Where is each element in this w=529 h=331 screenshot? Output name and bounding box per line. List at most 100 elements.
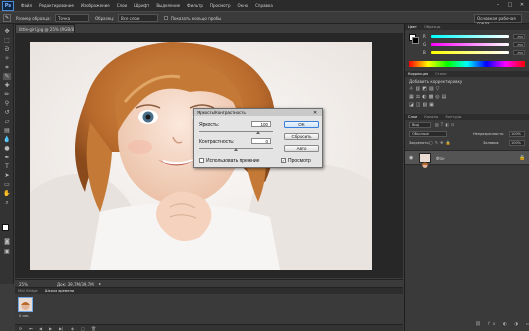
dialog-close-icon[interactable]: ✕ [313,110,317,116]
opacity-value[interactable]: 100% [509,131,525,137]
minimize-icon[interactable]: – [493,2,503,8]
maximize-icon[interactable]: □ [505,2,515,8]
auto-button[interactable]: Авто [284,145,319,152]
blur-tool-icon[interactable]: 💧 [3,136,11,143]
loop-icon[interactable]: ⟳ [19,326,22,331]
layer-name[interactable]: Фон [436,156,445,161]
menu-edit[interactable]: Редактирование [39,3,74,8]
layer-filter-icons[interactable]: ▨T◧⊡ [435,122,456,127]
crop-tool-icon[interactable]: ⌗ [3,64,11,71]
next-frame-icon[interactable]: ▶| [59,326,63,331]
slider-r[interactable] [431,35,509,38]
contrast-input[interactable]: 0 [251,138,271,144]
brush-tool-icon[interactable]: ✏ [3,91,11,98]
brightness-slider-track[interactable] [199,131,273,132]
blend-mode-select[interactable]: Обычные [409,131,447,137]
delete-frame-icon[interactable]: 🗑 [91,326,96,331]
eyedropper-tool-icon[interactable]: ✎ [3,73,11,80]
foreground-color-swatch[interactable] [2,224,9,231]
contrast-label: Контрастность: [199,139,235,145]
menu-help[interactable]: Справка [255,3,273,8]
dialog-title[interactable]: Яркость/Контрастность [194,109,322,116]
eyedropper-tool-preset-icon[interactable]: ✎ [3,14,11,22]
fill-value[interactable]: 100% [509,140,525,146]
prev-frame-icon[interactable]: ◀ [39,326,42,331]
healing-brush-tool-icon[interactable]: ✚ [3,82,11,89]
marquee-tool-icon[interactable]: ⬚ [3,37,11,44]
sample-size-select[interactable]: Точка [55,14,89,22]
clone-stamp-tool-icon[interactable]: ⚲ [3,100,11,107]
menu-type[interactable]: Шрифт [134,3,149,8]
dodge-tool-icon[interactable]: ● [3,145,11,152]
use-legacy-checkbox[interactable] [199,158,204,163]
screen-mode-icon[interactable]: ▣ [3,248,11,255]
tab-paths[interactable]: Контуры [445,114,461,120]
tab-layers[interactable]: Слои [408,114,417,120]
menu-image[interactable]: Изображение [81,3,110,8]
layers-footer-icons[interactable]: ⛓ fx ◐ ◑ ▭ ▢ 🗑 [475,322,529,327]
adjustment-icons-row2[interactable]: ▦⚖◐▩◎▤ [409,94,448,100]
new-frame-icon[interactable]: ▢ [81,326,85,331]
slider-g-value[interactable]: 255 [513,42,525,47]
path-select-tool-icon[interactable]: ➤ [3,172,11,179]
layer-row-background[interactable]: ◉ Фон 🔒 [405,150,529,168]
tab-adjustments[interactable]: Коррекция [408,71,428,77]
tween-icon[interactable]: ◈ [71,326,74,331]
tab-mini-bridge[interactable]: Mini Bridge [18,288,38,294]
menu-filter[interactable]: Фильтр [187,3,203,8]
zoom-tool-icon[interactable]: ⌕ [3,199,11,206]
history-brush-tool-icon[interactable]: ↺ [3,109,11,116]
workspace-select[interactable]: Основная рабочая среда [474,13,522,26]
lasso-tool-icon[interactable]: ᘐ [3,46,11,53]
zoom-readout[interactable]: 25% [19,282,28,287]
shape-tool-icon[interactable]: ▭ [3,181,11,188]
tab-styles[interactable]: Стили [435,71,446,77]
sample-select[interactable]: Все слои [118,14,158,22]
type-tool-icon[interactable]: T [3,163,11,170]
tab-swatches[interactable]: Образцы [424,24,440,30]
layer-visibility-eye-icon[interactable]: ◉ [409,155,413,161]
document-tab[interactable]: little-girl.jpg @ 25% (RGB/8#) * [15,24,75,33]
ok-button[interactable]: OK [284,121,319,128]
adjustment-icons-row1[interactable]: ☼▥◩▨▽ [409,86,442,92]
frame-thumbnail[interactable] [18,297,33,312]
frame-duration[interactable]: 0 сек. [19,314,30,318]
move-tool-icon[interactable]: ✥ [3,28,11,35]
play-icon[interactable]: ▶ [49,326,52,331]
menu-select[interactable]: Выделение [156,3,180,8]
tab-color[interactable]: Цвет [408,24,417,30]
status-arrow-icon[interactable]: ▸ [99,281,101,286]
gradient-tool-icon[interactable]: ▤ [3,127,11,134]
slider-r-value[interactable]: 255 [513,34,525,39]
menu-file[interactable]: Файл [21,3,32,8]
menu-layers[interactable]: Слои [117,3,127,8]
close-icon[interactable]: ✕ [517,2,527,8]
reset-button[interactable]: Сбросить [284,133,319,140]
sample-label: Образец: [95,15,115,21]
quick-mask-icon[interactable]: ◙ [3,238,11,245]
menu-view[interactable]: Просмотр [210,3,231,8]
layer-kind-filter[interactable]: Вид [409,122,431,128]
quick-select-tool-icon[interactable]: ✧ [3,55,11,62]
hand-tool-icon[interactable]: ✋ [3,190,11,197]
slider-b-label: B [423,50,426,55]
first-frame-icon[interactable]: ⏮ [29,326,33,331]
slider-b-value[interactable]: 255 [513,50,525,55]
tab-timeline[interactable]: Шкала времени [45,288,74,294]
eraser-tool-icon[interactable]: ▱ [3,118,11,125]
preview-checkbox[interactable]: ✓ [281,158,286,163]
tab-channels[interactable]: Каналы [424,114,438,120]
pen-tool-icon[interactable]: ✒ [3,154,11,161]
slider-b[interactable] [431,51,509,54]
layer-thumbnail[interactable] [419,153,431,168]
brightness-input[interactable]: 100 [251,121,271,127]
lock-icons[interactable]: ▢✎✥🔒 [429,140,452,145]
adjustments-panel-header: Коррекция Стили [405,71,529,77]
color-background-swatch[interactable] [412,37,419,44]
adjustment-icons-row3[interactable]: ◪◫▧▣ [409,102,436,108]
show-ring-checkbox[interactable] [164,16,168,20]
slider-g[interactable] [431,43,509,46]
menu-window[interactable]: Окно [238,3,249,8]
color-spectrum-bar[interactable] [409,61,525,67]
doc-info[interactable]: Док: 39,7M/39,7M [57,282,94,287]
